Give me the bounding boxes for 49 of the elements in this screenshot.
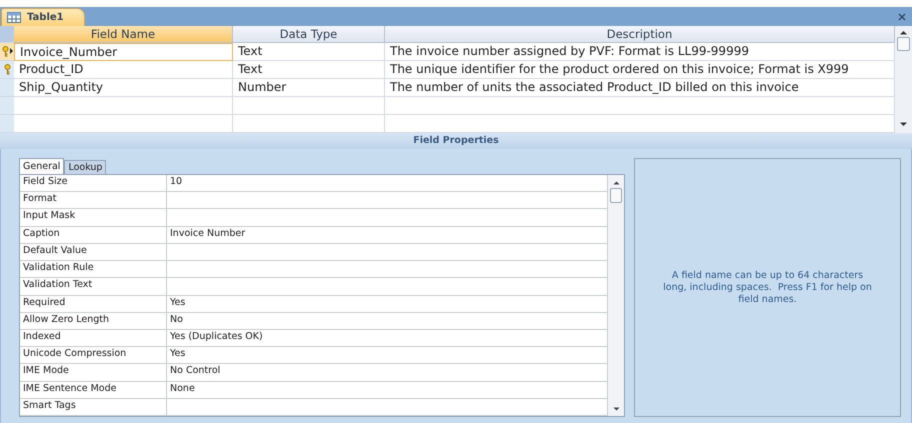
scroll-up-icon[interactable] xyxy=(612,181,620,185)
property-label: Smart Tags xyxy=(20,398,167,416)
scroll-down-icon[interactable] xyxy=(612,407,620,411)
property-value[interactable]: No Control xyxy=(167,364,607,381)
help-text: A field name can be up to 64 characters long, including spaces. Press F1 for help on field names. xyxy=(662,270,873,306)
scroll-thumb[interactable] xyxy=(610,188,622,203)
column-header[interactable]: Data Type xyxy=(233,26,385,43)
table-cell[interactable]: Text xyxy=(233,61,385,79)
property-value[interactable]: 10 xyxy=(167,175,607,192)
property-label: Format xyxy=(20,192,167,208)
section-header: Field Properties xyxy=(0,133,912,149)
table-cell[interactable]: Text xyxy=(233,43,385,61)
scroll-down-icon[interactable] xyxy=(899,122,908,127)
table-cell[interactable]: Product_ID xyxy=(14,61,233,79)
property-value[interactable]: Yes xyxy=(167,296,607,312)
table-cell[interactable]: The invoice number assigned by PVF: Format is LL99-99999 xyxy=(385,43,895,61)
tab[interactable]: Lookup xyxy=(64,160,106,174)
property-label: Field Size xyxy=(20,175,167,192)
scroll-up-icon[interactable] xyxy=(899,30,908,35)
property-label: Allow Zero Length xyxy=(20,312,167,329)
property-label: Required xyxy=(20,296,167,312)
tab[interactable]: General xyxy=(19,158,64,174)
empty-row[interactable] xyxy=(0,97,895,115)
column-header[interactable]: Description xyxy=(385,26,895,43)
row-selector[interactable] xyxy=(0,43,14,61)
property-label: IME Mode xyxy=(20,364,167,381)
property-label: Default Value xyxy=(20,244,167,260)
property-label: IME Sentence Mode xyxy=(20,382,167,398)
property-label: Validation Text xyxy=(20,278,167,295)
document-title: Table1 xyxy=(27,12,64,23)
property-value[interactable]: Invoice Number xyxy=(167,226,607,243)
table-cell[interactable]: Invoice_Number xyxy=(14,43,233,61)
property-value[interactable]: None xyxy=(167,382,607,398)
document-tab[interactable]: Table1 xyxy=(1,8,85,26)
property-value[interactable]: No xyxy=(167,312,607,329)
table-cell[interactable]: The unique identifier for the product ordered on this invoice; Format is X999 xyxy=(385,61,895,79)
scrollbar[interactable] xyxy=(895,26,912,133)
column-header[interactable]: Field Name xyxy=(14,26,233,43)
property-label: Indexed xyxy=(20,330,167,346)
property-label: Caption xyxy=(20,226,167,243)
property-label: Input Mask xyxy=(20,209,167,226)
close-icon[interactable] xyxy=(898,12,906,20)
scroll-thumb[interactable] xyxy=(897,37,910,51)
property-label: Validation Rule xyxy=(20,261,167,278)
property-value[interactable]: Yes (Duplicates OK) xyxy=(167,330,607,346)
property-value[interactable]: Yes xyxy=(167,347,607,364)
table-icon xyxy=(7,12,21,23)
scrollbar[interactable] xyxy=(607,175,624,416)
property-label: Unicode Compression xyxy=(20,347,167,364)
